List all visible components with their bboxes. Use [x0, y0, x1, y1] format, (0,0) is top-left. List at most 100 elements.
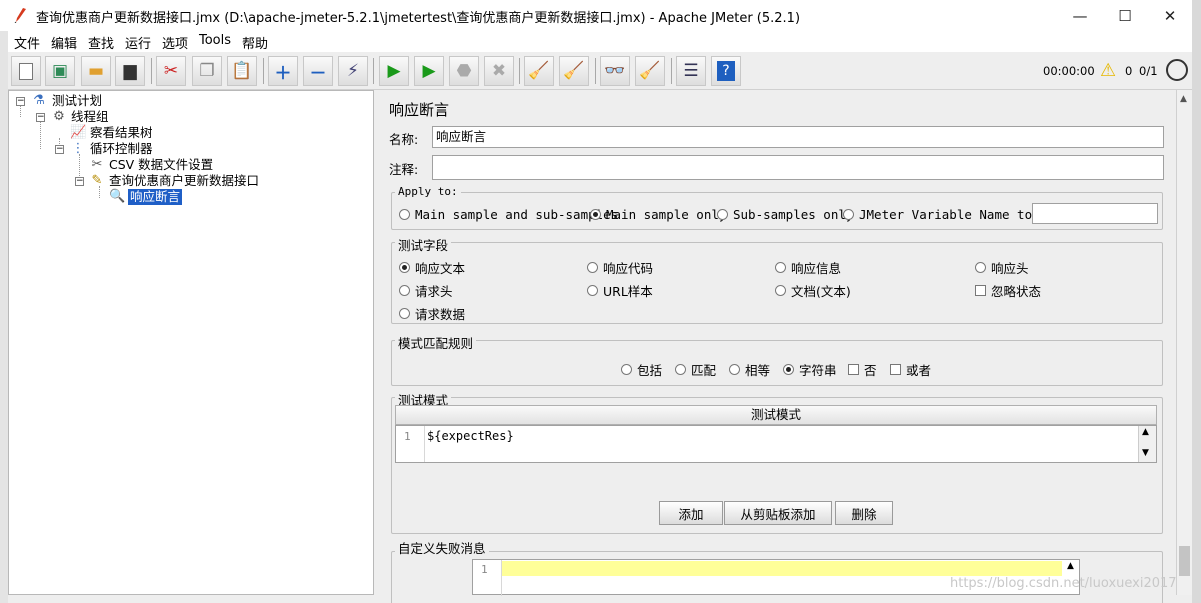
collapse-toggle[interactable]: − [55, 145, 64, 154]
scroll-down-icon[interactable]: ▼ [1142, 448, 1149, 458]
variable-name-field[interactable] [1032, 203, 1158, 224]
active-threads: 0/1 [1139, 64, 1158, 78]
scroll-up-icon[interactable]: ▲ [1142, 427, 1149, 437]
tree-item-thread-group[interactable]: 线程组 [71, 109, 109, 125]
templates-icon[interactable]: ▣ [45, 56, 75, 86]
menu-run[interactable]: 运行 [125, 33, 151, 52]
warning-icon[interactable]: ⚠ [1100, 60, 1116, 81]
radio-request-data[interactable]: 请求数据 [399, 304, 465, 323]
radio-equals[interactable]: 相等 [729, 360, 770, 379]
loop-controller-icon: ⋮ [71, 141, 85, 156]
name-field[interactable]: 响应断言 [432, 126, 1164, 148]
tree-item-view-results-tree[interactable]: 察看结果树 [90, 125, 153, 141]
function-helper-icon[interactable]: ☰ [676, 56, 706, 86]
radio-response-code[interactable]: 响应代码 [587, 258, 653, 277]
radio-sub-only[interactable]: Sub-samples only [717, 207, 853, 222]
tree-item-http-request[interactable]: 查询优惠商户更新数据接口 [109, 173, 259, 189]
clear-all-icon[interactable]: 🧹 [559, 56, 589, 86]
patterns-editor[interactable]: 1 ${expectRes} ▲ ▼ [395, 425, 1157, 463]
test-plan-tree: − ⚗ 测试计划 − ⚙ 线程组 📈 察看结果树 − ⋮ 循环控制器 ✂ CSV… [8, 90, 374, 595]
jmeter-feather-icon [13, 7, 27, 24]
matching-rules-group [391, 340, 1163, 386]
radio-response-headers[interactable]: 响应头 [975, 258, 1029, 277]
menu-file[interactable]: 文件 [14, 33, 40, 52]
radio-url-sampled[interactable]: URL样本 [587, 281, 653, 300]
clear-icon[interactable]: 🧹 [524, 56, 554, 86]
radio-document-text[interactable]: 文档(文本) [775, 281, 851, 300]
field-to-test-title: 测试字段 [395, 235, 452, 254]
remote-status-icon [1166, 59, 1188, 81]
panel-heading: 响应断言 [389, 101, 450, 119]
matching-rules-title: 模式匹配规则 [395, 333, 477, 352]
scroll-up-icon[interactable]: ▲ [1067, 561, 1074, 571]
stop-icon[interactable]: ⬣ [449, 56, 479, 86]
close-button[interactable]: ✕ [1147, 0, 1193, 31]
shutdown-icon[interactable]: ✖ [484, 56, 514, 86]
tree-item-loop-controller[interactable]: 循环控制器 [90, 141, 153, 157]
custom-failure-title: 自定义失败消息 [395, 538, 489, 557]
tree-item-csv-data-set[interactable]: CSV 数据文件设置 [109, 157, 213, 173]
radio-main-and-sub[interactable]: Main sample and sub-samples [399, 207, 618, 222]
paste-icon[interactable]: 📋 [227, 56, 257, 86]
menu-search[interactable]: 查找 [88, 33, 114, 52]
add-button[interactable]: 添加 [659, 501, 723, 525]
expand-icon[interactable]: ＋ [268, 56, 298, 86]
ignore-status-checkbox[interactable]: 忽略状态 [975, 281, 1041, 300]
start-no-pauses-icon[interactable]: ▶ [414, 56, 444, 86]
help-icon[interactable]: ? [711, 56, 741, 86]
window-title: 查询优惠商户更新数据接口.jmx (D:\apache-jmeter-5.2.1… [36, 11, 801, 26]
tree-item-response-assertion[interactable]: 响应断言 [128, 189, 183, 205]
panel-scrollbar[interactable]: ▲ [1176, 90, 1192, 595]
reset-search-icon[interactable]: 🧹 [635, 56, 665, 86]
radio-contains[interactable]: 包括 [621, 360, 662, 379]
collapse-icon[interactable]: － [303, 56, 333, 86]
title-bar: 查询优惠商户更新数据接口.jmx (D:\apache-jmeter-5.2.1… [0, 0, 1201, 31]
menu-bar: 文件 编辑 查找 运行 选项 Tools 帮助 [0, 31, 1201, 52]
tree-item-test-plan[interactable]: 测试计划 [52, 93, 102, 109]
add-from-clipboard-button[interactable]: 从剪贴板添加 [724, 501, 832, 525]
radio-substring[interactable]: 字符串 [783, 360, 837, 379]
collapse-toggle[interactable]: − [36, 113, 45, 122]
results-tree-icon: 📈 [70, 125, 87, 140]
collapse-toggle[interactable]: − [75, 177, 84, 186]
toggle-icon[interactable]: ⚡ [338, 56, 368, 86]
patterns-column-header[interactable]: 测试模式 [395, 405, 1157, 425]
pattern-value[interactable]: ${expectRes} [427, 429, 514, 443]
cut-icon[interactable]: ✂ [156, 56, 186, 86]
radio-response-text[interactable]: 响应文本 [399, 258, 465, 277]
menu-help[interactable]: 帮助 [242, 33, 268, 52]
delete-button[interactable]: 删除 [835, 501, 893, 525]
background-window-edge [0, 31, 8, 603]
radio-main-only[interactable]: Main sample only [590, 207, 726, 222]
comment-field[interactable] [432, 155, 1164, 180]
radio-jmeter-variable[interactable]: JMeter Variable Name to use [843, 207, 1062, 222]
search-binoculars-icon[interactable]: 👓 [600, 56, 630, 86]
warning-count: 0 [1125, 64, 1133, 78]
toolbar: ▣ ▬ ▆ ✂ ❐ 📋 ＋ － ⚡ ▶ ▶ ⬣ ✖ 🧹 🧹 👓 🧹 ☰ ? 00… [0, 52, 1201, 90]
collapse-toggle[interactable]: − [16, 97, 25, 106]
minimize-button[interactable]: — [1057, 0, 1103, 31]
apply-to-title: Apply to: [395, 185, 461, 198]
menu-tools[interactable]: Tools [199, 33, 231, 48]
scroll-thumb[interactable] [1179, 546, 1190, 576]
menu-options[interactable]: 选项 [162, 33, 188, 52]
patterns-scrollbar[interactable]: ▲ ▼ [1138, 426, 1156, 462]
maximize-button[interactable]: ☐ [1102, 0, 1148, 31]
save-icon[interactable]: ▆ [115, 56, 145, 86]
start-icon[interactable]: ▶ [379, 56, 409, 86]
csv-config-icon: ✂ [91, 157, 103, 172]
or-checkbox[interactable]: 或者 [890, 360, 931, 379]
copy-icon[interactable]: ❐ [192, 56, 222, 86]
http-sampler-icon: ✎ [91, 173, 103, 188]
radio-request-headers[interactable]: 请求头 [399, 281, 453, 300]
background-window-edge [1192, 0, 1201, 603]
jmeter-window: 查询优惠商户更新数据接口.jmx (D:\apache-jmeter-5.2.1… [0, 0, 1201, 603]
scroll-up-icon[interactable]: ▲ [1180, 94, 1187, 104]
menu-edit[interactable]: 编辑 [51, 33, 77, 52]
not-checkbox[interactable]: 否 [848, 360, 877, 379]
radio-response-message[interactable]: 响应信息 [775, 258, 841, 277]
new-icon[interactable] [11, 56, 41, 86]
open-folder-icon[interactable]: ▬ [81, 56, 111, 86]
radio-matches[interactable]: 匹配 [675, 360, 716, 379]
comment-label: 注释: [389, 162, 419, 177]
